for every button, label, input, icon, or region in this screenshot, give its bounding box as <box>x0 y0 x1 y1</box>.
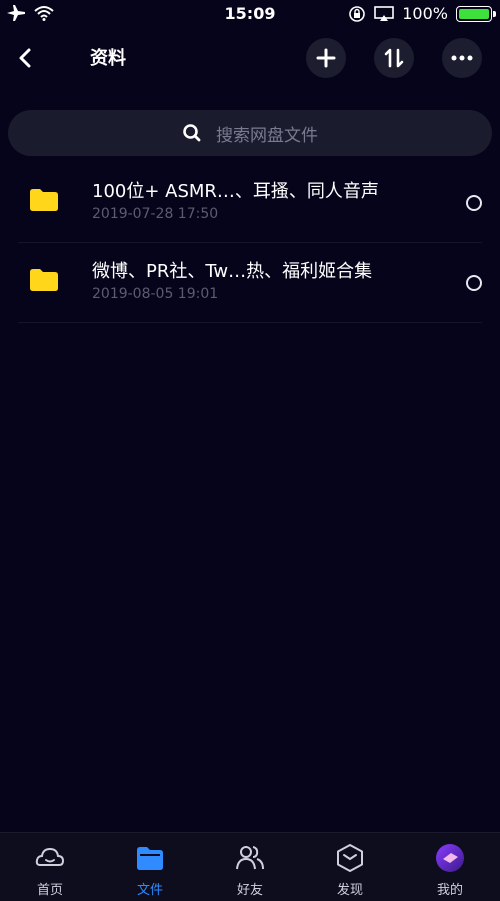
more-dots-icon <box>451 55 473 61</box>
search-input[interactable]: 搜索网盘文件 <box>8 110 492 156</box>
header: 资料 <box>0 34 500 82</box>
battery-icon <box>456 5 496 22</box>
tab-friends[interactable]: 好友 <box>200 833 300 901</box>
folder-icon <box>137 847 163 870</box>
list-item[interactable]: 100位+ ASMR…、耳搔、同人音声 2019-07-28 17:50 <box>18 163 482 243</box>
tab-label: 文件 <box>136 883 163 898</box>
file-list: 100位+ ASMR…、耳搔、同人音声 2019-07-28 17:50 微博、… <box>0 163 500 323</box>
file-date: 2019-08-05 19:01 <box>92 286 219 302</box>
tab-bar: 首页 文件 好友 发现 我的 <box>0 832 500 901</box>
discover-icon <box>337 844 363 872</box>
search-placeholder: 搜索网盘文件 <box>216 125 318 146</box>
add-button[interactable] <box>306 38 346 78</box>
status-bar: 15:09 100% <box>0 0 500 28</box>
folder-icon <box>30 269 58 291</box>
sort-button[interactable] <box>374 38 414 78</box>
select-radio[interactable] <box>466 275 482 291</box>
plus-icon <box>316 48 336 68</box>
tab-label: 我的 <box>436 883 463 898</box>
tab-label: 首页 <box>36 883 63 898</box>
file-name: 微博、PR社、Tw…热、福利姬合集 <box>92 261 373 282</box>
tab-files[interactable]: 文件 <box>100 833 200 901</box>
cloud-home-icon <box>35 847 65 866</box>
page-title: 资料 <box>90 48 126 69</box>
back-arrow-icon[interactable] <box>14 46 38 70</box>
screen-mirroring-icon <box>374 5 395 21</box>
avatar-icon <box>436 844 464 872</box>
file-name: 100位+ ASMR…、耳搔、同人音声 <box>92 181 379 202</box>
battery-percent: 100% <box>402 4 448 23</box>
rotation-lock-icon <box>349 5 366 22</box>
select-radio[interactable] <box>466 195 482 211</box>
tab-label: 好友 <box>236 883 263 898</box>
tab-discover[interactable]: 发现 <box>300 833 400 901</box>
battery-level-fill <box>459 8 489 19</box>
tab-home[interactable]: 首页 <box>0 833 100 901</box>
folder-icon <box>30 189 58 211</box>
sort-arrows-icon <box>384 48 404 68</box>
list-item[interactable]: 微博、PR社、Tw…热、福利姬合集 2019-08-05 19:01 <box>18 243 482 323</box>
file-date: 2019-07-28 17:50 <box>92 206 219 222</box>
tab-label: 发现 <box>336 883 363 898</box>
tab-me[interactable]: 我的 <box>400 833 500 901</box>
more-button[interactable] <box>442 38 482 78</box>
friends-icon <box>236 846 264 870</box>
search-icon <box>183 124 201 142</box>
